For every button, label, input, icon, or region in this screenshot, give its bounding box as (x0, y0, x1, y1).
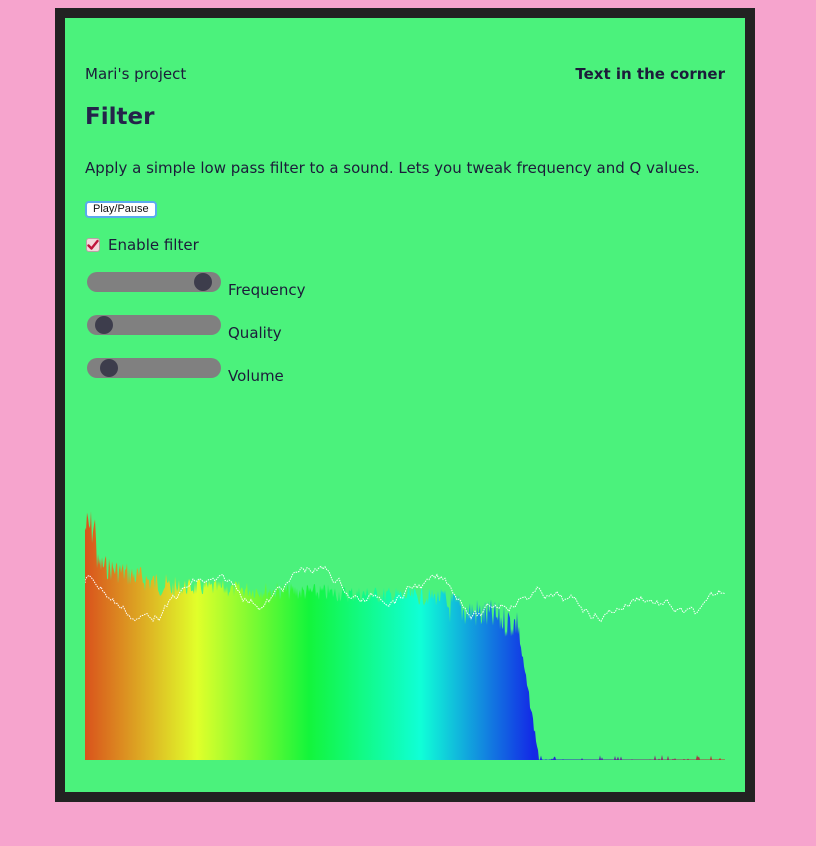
page-title: Filter (85, 104, 155, 130)
frequency-label: Frequency (228, 281, 306, 299)
frequency-spectrum (85, 511, 725, 760)
checkmark-icon (87, 239, 99, 250)
play-pause-button[interactable]: Play/Pause (85, 201, 157, 218)
enable-filter-checkbox[interactable] (86, 238, 100, 252)
volume-slider-row: Volume (87, 358, 284, 385)
app-frame: Mari's project Text in the corner Filter… (55, 8, 755, 802)
project-name: Mari's project (85, 65, 187, 83)
app-panel: Mari's project Text in the corner Filter… (65, 18, 745, 792)
frequency-slider-thumb[interactable] (194, 273, 213, 291)
quality-slider-row: Quality (87, 315, 282, 342)
volume-slider-thumb[interactable] (100, 359, 119, 377)
quality-slider-thumb[interactable] (94, 316, 113, 334)
frequency-slider[interactable] (87, 272, 221, 292)
audio-visualizer (85, 511, 725, 760)
enable-filter-label: Enable filter (108, 236, 199, 254)
frequency-slider-row: Frequency (87, 272, 306, 299)
enable-filter-row[interactable]: Enable filter (86, 236, 199, 254)
page-description: Apply a simple low pass filter to a soun… (85, 159, 700, 177)
volume-label: Volume (228, 367, 284, 385)
quality-slider[interactable] (87, 315, 221, 335)
corner-text: Text in the corner (575, 65, 725, 83)
volume-slider[interactable] (87, 358, 221, 378)
quality-label: Quality (228, 324, 282, 342)
